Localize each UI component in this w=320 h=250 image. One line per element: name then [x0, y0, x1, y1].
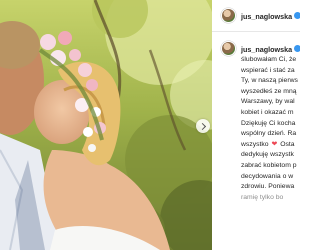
header-divider — [212, 31, 300, 32]
caption-line: kobiet i okazać m — [241, 108, 294, 116]
caption-line: Ty, w naszą pierws — [241, 77, 298, 85]
chevron-right-icon[interactable] — [196, 119, 210, 133]
caption-line: decydowania o w — [241, 172, 294, 180]
post-image — [0, 0, 212, 250]
caption-avatar[interactable] — [222, 42, 235, 55]
verified-badge-icon — [294, 45, 300, 52]
post-side-panel: jus_naglowska jus_naglowska ślubowałam C… — [212, 0, 300, 250]
caption-line: wszystko — [241, 140, 269, 148]
caption-line: zdrowiu. Poniewa — [241, 183, 295, 191]
caption-line: wspierać i stać za — [241, 66, 295, 74]
caption-username[interactable]: jus_naglowska — [241, 45, 292, 54]
caption-line: Dziękuję Ci kocha — [241, 119, 296, 127]
header-username[interactable]: jus_naglowska — [241, 12, 292, 21]
caption-line: wyszedłeś ze mną — [241, 87, 297, 95]
caption-line: wspólny dzień. Ra — [241, 130, 297, 138]
header-avatar[interactable] — [222, 9, 235, 22]
caption-line: ramię tylko bo — [241, 193, 284, 201]
caption-line: ślubowałam Ci, że — [241, 56, 297, 63]
caption-line: zabrać kobietom p — [241, 161, 297, 169]
post-photo[interactable] — [0, 0, 212, 250]
post-caption: ślubowałam Ci, że wspierać i stać za Ty,… — [241, 55, 300, 203]
caption-line: dedykuję wszystk — [241, 151, 294, 159]
caption-line-with-heart: wszystko ❤ Osta — [241, 140, 300, 151]
red-heart-icon: ❤ — [271, 140, 278, 148]
caption-line: Warszawy, by wal — [241, 98, 295, 106]
verified-badge-icon — [294, 12, 300, 19]
caption-line: Osta — [280, 140, 295, 148]
